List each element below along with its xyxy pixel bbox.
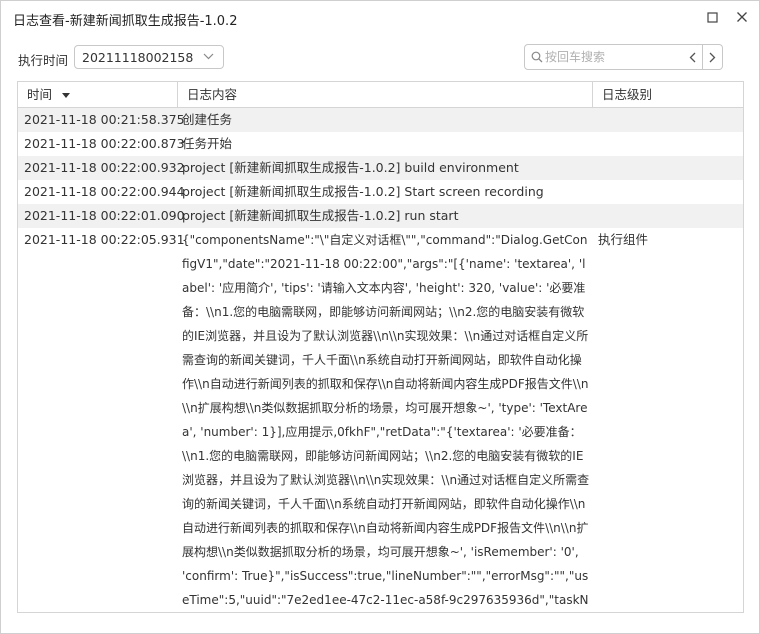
column-header-content[interactable]: 日志内容 — [178, 82, 593, 108]
column-header-level[interactable]: 日志级别 — [593, 82, 743, 108]
toolbar: 执行时间 20211118002158 — [1, 41, 759, 73]
column-header-level-label: 日志级别 — [602, 87, 653, 102]
cell-time: 2021-11-18 00:22:05.931 — [24, 232, 185, 247]
cell-time: 2021-11-18 00:22:00.873 — [24, 136, 185, 151]
column-header-time-label: 时间 — [27, 87, 53, 102]
maximize-button[interactable] — [701, 7, 723, 27]
column-header-content-label: 日志内容 — [187, 87, 238, 102]
log-viewer-window: 日志查看-新建新闻抓取生成报告-1.0.2 执行时间 2021111800215… — [0, 0, 760, 634]
table-row[interactable]: 2021-11-18 00:21:58.375 创建任务 — [18, 108, 743, 132]
titlebar: 日志查看-新建新闻抓取生成报告-1.0.2 — [1, 1, 759, 34]
chevron-down-icon — [203, 53, 214, 60]
exec-time-label: 执行时间 — [18, 53, 69, 68]
cell-content: {"componentsName":"\"自定义对话框\"","command"… — [182, 233, 590, 607]
maximize-icon — [706, 11, 718, 23]
search-input[interactable] — [545, 48, 679, 66]
close-icon — [737, 12, 747, 22]
cell-content: project [新建新闻抓取生成报告-1.0.2] run start — [182, 208, 459, 223]
cell-content: project [新建新闻抓取生成报告-1.0.2] Start screen … — [182, 184, 544, 199]
cell-time: 2021-11-18 00:21:58.375 — [24, 112, 185, 127]
cell-content: 任务开始 — [182, 136, 233, 151]
cell-content: 创建任务 — [182, 112, 233, 127]
cell-time: 2021-11-18 00:22:00.932 — [24, 160, 185, 175]
log-table: 时间 日志内容 日志级别 2021-11-18 00:21:58.375 创建任… — [17, 81, 744, 613]
cell-level: 执行组件 — [598, 232, 649, 247]
table-row[interactable]: 2021-11-18 00:22:00.944 project [新建新闻抓取生… — [18, 180, 743, 204]
sort-desc-icon — [62, 93, 70, 98]
column-header-time[interactable]: 时间 — [18, 82, 178, 108]
cell-time: 2021-11-18 00:22:00.944 — [24, 184, 185, 199]
window-title: 日志查看-新建新闻抓取生成报告-1.0.2 — [13, 14, 238, 29]
exec-time-select[interactable]: 20211118002158 — [74, 45, 224, 69]
search-box[interactable] — [524, 44, 684, 70]
cell-time: 2021-11-18 00:22:01.090 — [24, 208, 185, 223]
cell-content: project [新建新闻抓取生成报告-1.0.2] build environ… — [182, 160, 519, 175]
exec-time-value: 20211118002158 — [82, 50, 194, 65]
table-row[interactable]: 2021-11-18 00:22:00.873 任务开始 — [18, 132, 743, 156]
chevron-right-icon — [709, 52, 716, 62]
table-body: 2021-11-18 00:21:58.375 创建任务 2021-11-18 … — [18, 108, 743, 608]
table-row[interactable]: 2021-11-18 00:22:01.090 project [新建新闻抓取生… — [18, 204, 743, 228]
table-row[interactable]: 2021-11-18 00:22:05.931 {"componentsName… — [18, 228, 743, 608]
chevron-left-icon — [689, 52, 696, 62]
table-header: 时间 日志内容 日志级别 — [18, 82, 743, 108]
table-row[interactable]: 2021-11-18 00:22:00.932 project [新建新闻抓取生… — [18, 156, 743, 180]
search-icon — [531, 51, 543, 63]
search-prev-button[interactable] — [683, 44, 703, 70]
search-next-button[interactable] — [703, 44, 723, 70]
close-button[interactable] — [731, 7, 753, 27]
